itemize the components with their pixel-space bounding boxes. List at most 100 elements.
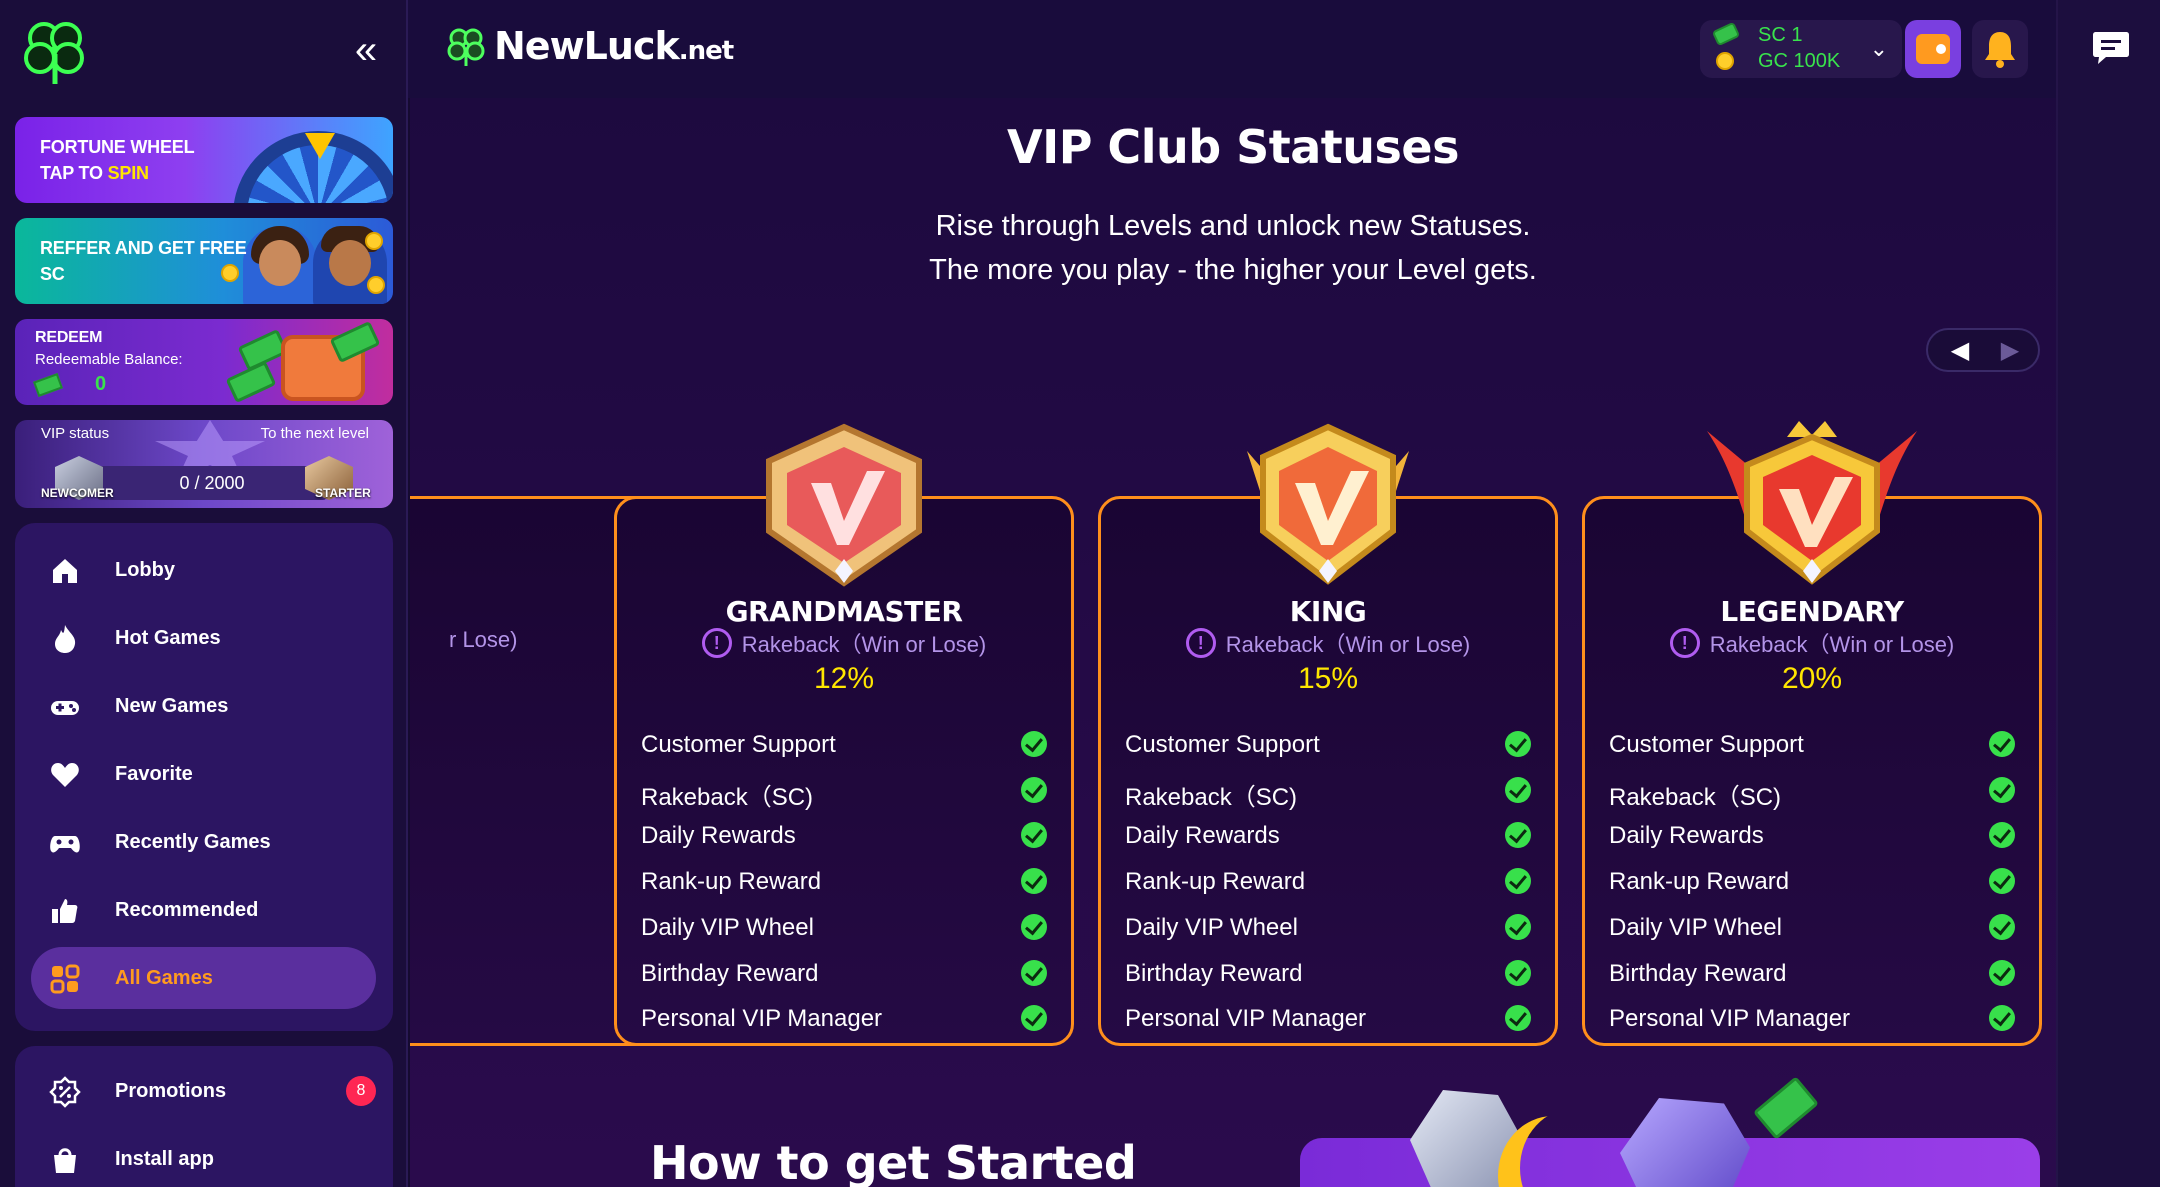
- feature-label: Customer Support: [641, 731, 836, 758]
- vip-card-name: GRANDMASTER: [725, 595, 963, 628]
- info-icon[interactable]: !: [1669, 628, 1700, 658]
- feature-row: Personal VIP Manager: [641, 1003, 1047, 1033]
- notifications-button[interactable]: [1972, 20, 2028, 78]
- partial-rake-label: r Lose): [449, 627, 518, 652]
- rakeback-label: Rakeback（Win or Lose): [1225, 632, 1471, 657]
- vip-page: VIP Club Statuses Rise through Levels an…: [410, 98, 2056, 1187]
- grid-icon: [50, 964, 80, 994]
- check-icon: [1989, 776, 2015, 803]
- check-icon: [1505, 868, 1531, 895]
- redeem-subtitle: Redeemable Balance:: [35, 351, 183, 368]
- main-nav: Lobby Hot Games New Games Favorite Recen…: [15, 523, 393, 1031]
- feature-label: Rakeback（SC): [641, 783, 814, 811]
- fire-icon: [55, 625, 76, 653]
- rakeback-row: ! Rakeback（Win or Lose): [1585, 627, 2039, 659]
- nav-item-lobby[interactable]: Lobby: [31, 539, 376, 601]
- vip-status-banner[interactable]: VIP status To the next level 0 / 2000 NE…: [15, 420, 393, 508]
- cash-icon: [225, 360, 277, 404]
- nav-item-install-app[interactable]: Install app: [31, 1128, 376, 1187]
- nav-label: Recommended: [115, 899, 259, 921]
- heart-icon: [51, 763, 79, 787]
- wallet-icon: [1916, 34, 1950, 64]
- redeem-balance-value: 0: [95, 373, 107, 395]
- brand-name: NewLuck: [494, 24, 680, 68]
- sc-balance: SC 1: [1758, 24, 1803, 46]
- feature-label: Daily VIP Wheel: [1125, 913, 1298, 941]
- controller-icon: [51, 701, 79, 715]
- collapse-sidebar-button[interactable]: «: [346, 30, 386, 72]
- chevron-down-icon: ⌄: [1869, 36, 1888, 61]
- bag-icon: [54, 1148, 76, 1173]
- feature-row: Birthday Reward: [1609, 958, 2015, 988]
- feature-label: Daily Rewards: [1609, 822, 1764, 850]
- sc-cash-icon: [1711, 21, 1741, 47]
- feature-label: Birthday Reward: [1125, 959, 1303, 987]
- refer-friend-banner[interactable]: REFFER AND GET FREE SC: [15, 218, 393, 304]
- redeem-title: REDEEM: [35, 329, 103, 346]
- nav-label: Favorite: [115, 763, 193, 785]
- nav-item-favorite[interactable]: Favorite: [31, 743, 376, 805]
- nav-item-recommended[interactable]: Recommended: [31, 879, 376, 941]
- brand-logo[interactable]: NewLuck.net: [444, 24, 734, 68]
- wheel-pointer-icon: [305, 133, 335, 159]
- nav-item-hot-games[interactable]: Hot Games: [31, 607, 376, 669]
- top-header: NewLuck.net SC 1 GC 100K ⌄: [408, 0, 2056, 98]
- coin-icon: [365, 232, 383, 250]
- info-icon[interactable]: !: [1185, 628, 1216, 658]
- rakeback-percent: 15%: [1297, 662, 1359, 695]
- fortune-wheel-banner[interactable]: FORTUNE WHEEL TAP TO SPIN: [15, 117, 393, 203]
- rakeback-percent: 12%: [813, 662, 875, 695]
- check-icon: [1989, 959, 2015, 986]
- check-icon: [1989, 731, 2015, 757]
- nav-item-new-games[interactable]: New Games: [31, 675, 376, 737]
- feature-label: Personal VIP Manager: [1125, 1005, 1367, 1033]
- feature-row: Customer Support: [641, 729, 1047, 759]
- banner-wheel-line1: FORTUNE WHEEL: [40, 137, 195, 157]
- nav-item-recently-games[interactable]: Recently Games: [31, 811, 376, 873]
- promotions-count-badge: 8: [346, 1076, 376, 1106]
- nav-item-promotions[interactable]: Promotions 8: [31, 1060, 376, 1122]
- legendary-crest-icon: [1707, 421, 1917, 585]
- check-icon: [1021, 868, 1047, 895]
- how-to-get-started-heading: How to get Started: [650, 1136, 1137, 1187]
- discount-icon: [49, 1076, 81, 1108]
- rakeback-label: Rakeback（Win or Lose): [741, 632, 987, 657]
- check-icon: [1021, 959, 1047, 986]
- feature-label: Personal VIP Manager: [641, 1005, 883, 1033]
- cash-icon: [33, 373, 63, 397]
- feature-row: Rank-up Reward: [1609, 866, 2015, 896]
- chat-icon[interactable]: [2092, 30, 2130, 66]
- check-icon: [1989, 822, 2015, 849]
- vip-status-label: VIP status: [41, 425, 110, 442]
- feature-row: Rakeback（SC): [641, 775, 1047, 811]
- feature-row: Birthday Reward: [641, 958, 1047, 988]
- feature-row: Birthday Reward: [1125, 958, 1531, 988]
- thumbs-up-icon: [52, 899, 78, 923]
- info-icon[interactable]: !: [701, 628, 732, 658]
- vip-card-name: LEGENDARY: [1720, 595, 1904, 628]
- feature-label: Daily VIP Wheel: [641, 913, 814, 941]
- banner-refer-line1: REFFER AND GET FREE: [40, 238, 247, 258]
- feature-row: Daily VIP Wheel: [641, 912, 1047, 942]
- check-icon: [1505, 1005, 1531, 1032]
- carousel-next-button[interactable]: ▶: [1990, 336, 2030, 366]
- vip-progress-bar: 0 / 2000: [97, 466, 327, 500]
- wallet-button[interactable]: [1905, 20, 1961, 78]
- secondary-nav: Promotions 8 Install app: [15, 1046, 393, 1187]
- balance-selector[interactable]: SC 1 GC 100K ⌄: [1700, 20, 1902, 78]
- gc-coin-icon: [1716, 52, 1734, 70]
- vip-card-grandmaster: GRANDMASTER ! Rakeback（Win or Lose) 12% …: [614, 423, 1074, 1046]
- check-icon: [1989, 913, 2015, 940]
- nav-label: New Games: [115, 695, 229, 717]
- nav-item-all-games[interactable]: All Games: [31, 947, 376, 1009]
- purple-gem-icon: [1620, 1098, 1750, 1187]
- feature-row: Personal VIP Manager: [1609, 1003, 2015, 1033]
- nav-label: Recently Games: [115, 831, 271, 853]
- vip-current-level: NEWCOMER: [41, 486, 114, 500]
- feature-row: Customer Support: [1125, 729, 1531, 759]
- feature-label: Rakeback（SC): [1125, 783, 1298, 811]
- carousel-prev-button[interactable]: ◀: [1940, 336, 1980, 366]
- clover-logo-icon[interactable]: [18, 14, 92, 88]
- page-subtitle-line1: Rise through Levels and unlock new Statu…: [935, 210, 1531, 242]
- redeem-banner[interactable]: REDEEM Redeemable Balance: 0: [15, 319, 393, 405]
